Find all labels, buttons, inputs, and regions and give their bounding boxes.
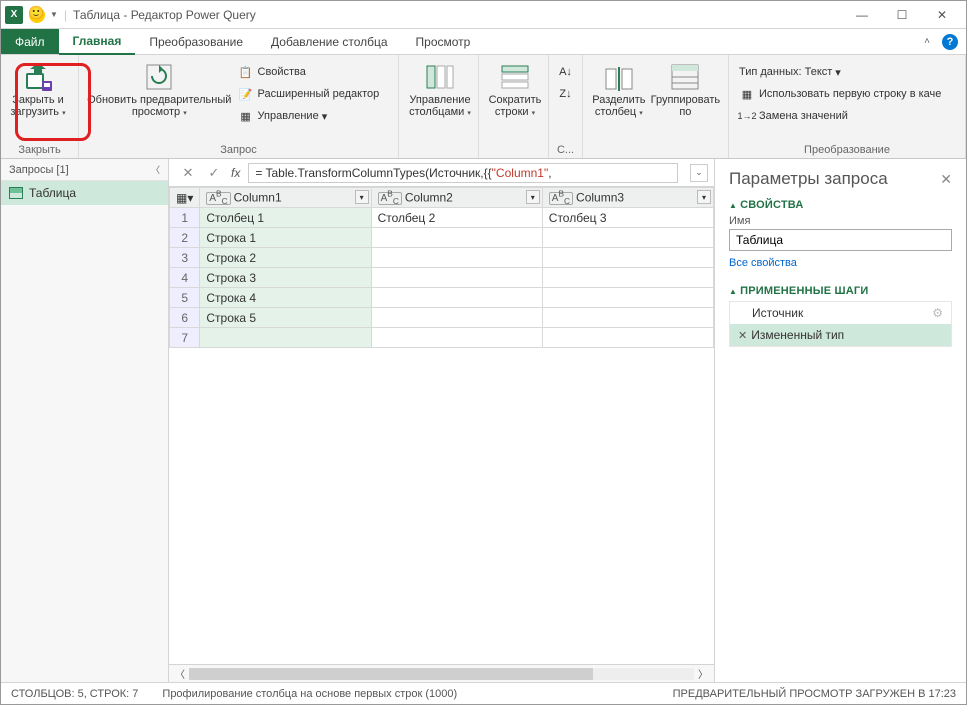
manage-button[interactable]: ▦Управление ▾ — [234, 105, 392, 127]
all-properties-link[interactable]: Все свойства — [729, 257, 952, 269]
query-name-input[interactable] — [729, 229, 952, 251]
step-source[interactable]: Источник ⚙ — [730, 302, 951, 324]
close-params-icon[interactable]: ✕ — [940, 171, 952, 188]
collapse-ribbon-icon[interactable]: ˄ — [924, 36, 930, 47]
tab-addcolumn[interactable]: Добавление столбца — [257, 29, 402, 54]
gear-icon[interactable]: ⚙ — [932, 306, 943, 320]
split-column-button[interactable]: Разделить столбец ▾ — [589, 59, 649, 156]
manage-columns-button[interactable]: Управление столбцами ▾ — [405, 59, 475, 120]
grid-corner[interactable]: ▦▾ — [170, 188, 200, 208]
column-header-2[interactable]: ABCColumn2▾ — [371, 188, 542, 208]
queries-pane: Запросы [1] 〈 Таблица — [1, 159, 169, 682]
collapse-queries-icon[interactable]: 〈 — [151, 163, 160, 176]
table-row[interactable]: 4Строка 3 — [170, 268, 714, 288]
sort-desc-button[interactable]: Z↓ — [555, 83, 576, 105]
formula-cancel-icon[interactable]: ✕ — [179, 165, 197, 181]
table-row[interactable]: 7 — [170, 328, 714, 348]
tab-home[interactable]: Главная — [59, 29, 136, 55]
reduce-rows-button[interactable]: Сократить строки ▾ — [485, 59, 545, 120]
group-sort-label: С... — [549, 144, 582, 156]
tab-transform[interactable]: Преобразование — [135, 29, 257, 54]
replace-values-button[interactable]: 1→2Замена значений — [735, 105, 959, 127]
close-window-button[interactable]: ✕ — [922, 1, 962, 28]
formula-accept-icon[interactable]: ✓ — [205, 165, 223, 181]
window-title: Таблица - Редактор Power Query — [73, 8, 256, 22]
status-bar: СТОЛБЦОВ: 5, СТРОК: 7 Профилирование сто… — [1, 682, 966, 704]
column-header-1[interactable]: ABCColumn1▾ — [200, 188, 371, 208]
formula-bar: ✕ ✓ fx = Table.TransformColumnTypes(Исто… — [169, 159, 714, 187]
table-icon — [9, 187, 23, 199]
properties-header: СВОЙСТВА — [740, 199, 803, 211]
maximize-button[interactable]: ☐ — [882, 1, 922, 28]
table-row[interactable]: 2Строка 1 — [170, 228, 714, 248]
ribbon-tabs: Файл Главная Преобразование Добавление с… — [1, 29, 966, 55]
applied-steps-header: ПРИМЕНЕННЫЕ ШАГИ — [740, 285, 868, 297]
data-grid[interactable]: ▦▾ ABCColumn1▾ ABCColumn2▾ ABCColumn3▾ 1… — [169, 187, 714, 348]
status-columns-rows: СТОЛБЦОВ: 5, СТРОК: 7 — [11, 688, 138, 700]
data-type-button[interactable]: Тип данных: Текст ▾ — [735, 61, 959, 83]
help-icon[interactable]: ? — [942, 34, 958, 50]
delete-step-icon[interactable]: ✕ — [738, 329, 747, 342]
fx-icon[interactable]: fx — [231, 166, 240, 180]
table-row[interactable]: 1Столбец 1Столбец 2Столбец 3 — [170, 208, 714, 228]
table-row[interactable]: 5Строка 4 — [170, 288, 714, 308]
properties-button[interactable]: 📋Свойства — [234, 61, 392, 83]
filter-icon[interactable]: ▾ — [697, 190, 711, 204]
excel-icon: X — [5, 6, 23, 24]
use-first-row-button[interactable]: ▦Использовать первую строку в каче — [735, 83, 959, 105]
group-by-button[interactable]: Группировать по — [649, 59, 722, 156]
horizontal-scrollbar[interactable]: 〈 〉 — [169, 664, 714, 682]
sort-asc-button[interactable]: A↓ — [555, 61, 576, 83]
advanced-editor-button[interactable]: 📝Расширенный редактор — [234, 83, 392, 105]
status-profiling[interactable]: Профилирование столбца на основе первых … — [162, 688, 457, 700]
refresh-preview-button[interactable]: Обновить предварительный просмотр ▾ — [85, 59, 234, 156]
query-settings-pane: Параметры запроса ✕ ▲СВОЙСТВА Имя Все св… — [714, 159, 966, 682]
titlebar: X ▼ | Таблица - Редактор Power Query — ☐… — [1, 1, 966, 29]
group-close-label: Закрыть — [1, 144, 78, 156]
center-pane: ✕ ✓ fx = Table.TransformColumnTypes(Исто… — [169, 159, 714, 682]
query-item-tablica[interactable]: Таблица — [1, 181, 168, 205]
minimize-button[interactable]: — — [842, 1, 882, 28]
ribbon: Закрыть и загрузить ▾ Закрыть Обновить п… — [1, 55, 966, 159]
close-and-load-button[interactable]: Закрыть и загрузить ▾ — [7, 59, 69, 120]
step-changed-type[interactable]: ✕ Измененный тип — [730, 324, 951, 346]
smiley-icon[interactable] — [29, 7, 45, 23]
table-row[interactable]: 6Строка 5 — [170, 308, 714, 328]
formula-input[interactable]: = Table.TransformColumnTypes(Источник,{{… — [248, 163, 678, 183]
status-preview-loaded: ПРЕДВАРИТЕЛЬНЫЙ ПРОСМОТР ЗАГРУЖЕН В 17:2… — [673, 688, 956, 700]
tab-view[interactable]: Просмотр — [402, 29, 485, 54]
group-query-label: Запрос — [79, 144, 398, 156]
tab-file[interactable]: Файл — [1, 29, 59, 54]
qat-dropdown-icon[interactable]: ▼ — [50, 10, 58, 19]
filter-icon[interactable]: ▾ — [355, 190, 369, 204]
params-title: Параметры запроса — [729, 169, 888, 189]
column-header-3[interactable]: ABCColumn3▾ — [542, 188, 713, 208]
queries-header: Запросы [1] — [9, 164, 69, 176]
name-label: Имя — [729, 215, 952, 227]
filter-icon[interactable]: ▾ — [526, 190, 540, 204]
table-row[interactable]: 3Строка 2 — [170, 248, 714, 268]
group-transform-label: Преобразование — [729, 144, 965, 156]
expand-formula-icon[interactable]: ⌄ — [690, 164, 708, 182]
